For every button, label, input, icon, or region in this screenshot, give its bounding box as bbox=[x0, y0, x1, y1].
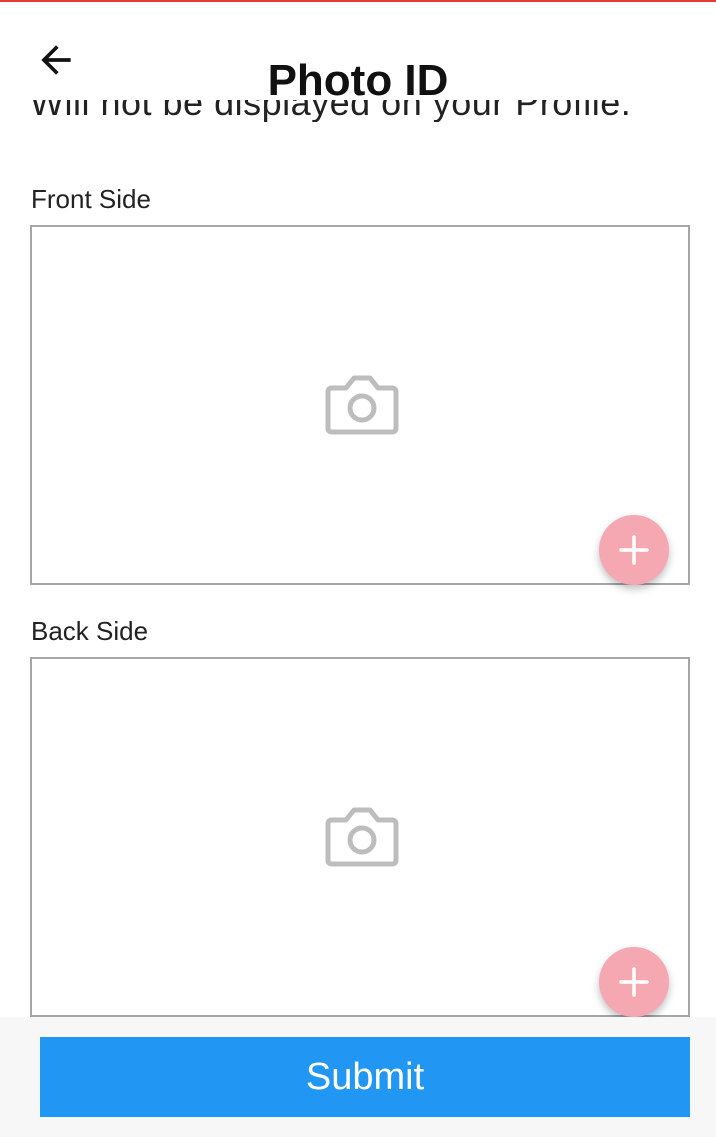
footer-bar: Submit bbox=[0, 1017, 716, 1137]
page-title: Photo ID bbox=[267, 56, 449, 105]
add-back-photo-button[interactable] bbox=[599, 947, 669, 1017]
add-front-photo-button[interactable] bbox=[599, 515, 669, 585]
back-side-label: Back Side bbox=[31, 616, 149, 646]
plus-icon bbox=[619, 967, 649, 997]
front-side-label: Front Side bbox=[31, 184, 151, 214]
app-header: Photo ID bbox=[0, 2, 716, 105]
camera-icon bbox=[325, 375, 399, 435]
submit-button[interactable]: Submit bbox=[40, 1037, 690, 1117]
back-side-upload-area[interactable] bbox=[30, 657, 690, 1017]
front-side-upload-area[interactable] bbox=[30, 225, 690, 585]
camera-icon bbox=[325, 807, 399, 867]
plus-icon bbox=[619, 535, 649, 565]
